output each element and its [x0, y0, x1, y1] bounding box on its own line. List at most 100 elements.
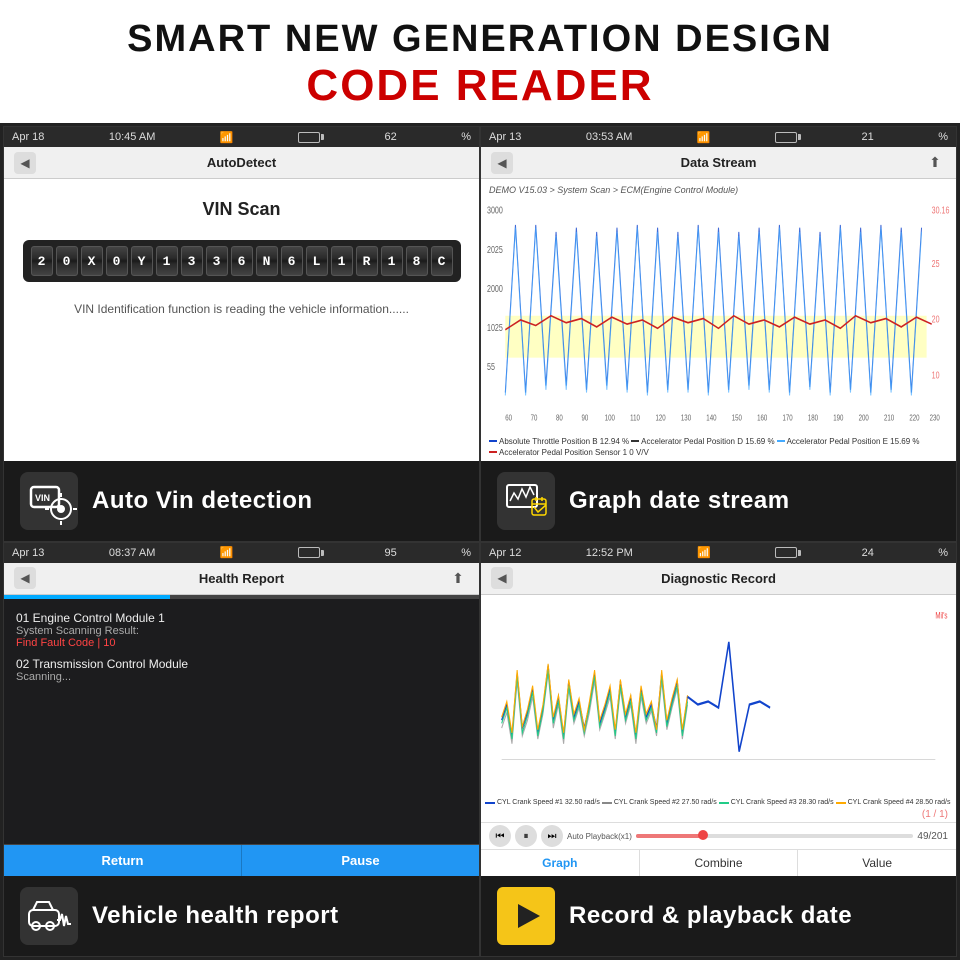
svg-text:150: 150 — [732, 413, 742, 423]
diag-status-date: Apr 12 — [489, 547, 521, 559]
vin-status-time: 10:45 AM — [109, 131, 155, 143]
vin-digit: 6 — [231, 246, 253, 276]
vin-panel: Apr 18 10:45 AM 📶 62% ◀ AutoDetect VIN S… — [3, 126, 480, 542]
vin-back-button[interactable]: ◀ — [14, 152, 36, 174]
svg-text:200: 200 — [859, 413, 869, 423]
svg-text:3000: 3000 — [487, 205, 503, 216]
diag-controls: Graph Combine Value — [481, 849, 956, 876]
health-back-button[interactable]: ◀ — [14, 567, 36, 589]
diag-icon — [497, 887, 555, 945]
vin-scan-title: VIN Scan — [202, 199, 280, 220]
svg-text:Mil's: Mil's — [935, 610, 947, 621]
vin-digit: 1 — [331, 246, 353, 276]
vin-digit: X — [81, 246, 103, 276]
vin-digit: 3 — [181, 246, 203, 276]
health-item-1-title: 01 Engine Control Module 1 — [16, 611, 467, 625]
health-progress-fill — [4, 595, 170, 599]
diag-nav-bar: ◀ Diagnostic Record — [481, 563, 956, 595]
diag-value-button[interactable]: Value — [798, 850, 956, 876]
vin-icon: VIN — [20, 472, 78, 530]
diag-graph-button[interactable]: Graph — [481, 850, 640, 876]
svg-text:30.16: 30.16 — [932, 205, 950, 216]
stream-status-date: Apr 13 — [489, 131, 521, 143]
svg-text:100: 100 — [605, 413, 615, 423]
svg-text:220: 220 — [909, 413, 919, 423]
diag-fast-forward-button[interactable]: ⏭ — [541, 825, 563, 847]
health-status-date: Apr 13 — [12, 547, 44, 559]
header-line1: SMART NEW GENERATION DESIGN — [10, 18, 950, 61]
feature-grid: Apr 18 10:45 AM 📶 62% ◀ AutoDetect VIN S… — [0, 123, 960, 960]
diag-legend: CYL Crank Speed #1 32.50 rad/s CYL Crank… — [481, 798, 956, 807]
health-status-time: 08:37 AM — [109, 547, 155, 559]
health-item-1: 01 Engine Control Module 1 System Scanni… — [16, 611, 467, 649]
svg-text:180: 180 — [808, 413, 818, 423]
stream-export-button[interactable]: ⬆ — [924, 152, 946, 174]
diag-combine-button[interactable]: Combine — [640, 850, 799, 876]
legend-item-1: Absolute Throttle Position B 12.94 % — [489, 437, 629, 446]
stream-back-button[interactable]: ◀ — [491, 152, 513, 174]
svg-text:1025: 1025 — [487, 322, 503, 333]
diag-pagination: (1 / 1) — [481, 807, 956, 822]
legend-item-3: Accelerator Pedal Position E 15.69 % — [777, 437, 920, 446]
health-export-button[interactable]: ⬆ — [447, 567, 469, 589]
vin-digit: 0 — [56, 246, 78, 276]
svg-text:170: 170 — [782, 413, 792, 423]
svg-text:10: 10 — [932, 369, 940, 380]
page-container: SMART NEW GENERATION DESIGN CODE READER … — [0, 0, 960, 960]
header-line2: CODE READER — [10, 61, 950, 111]
vin-ticker: 20X0Y1336N6L1R18C — [23, 240, 461, 282]
vin-status-icons: 📶 — [220, 131, 234, 144]
vin-description: VIN Identification function is reading t… — [74, 302, 409, 316]
stream-status-icons: 📶 — [697, 131, 711, 144]
vin-status-date: Apr 18 — [12, 131, 44, 143]
diag-rewind-button[interactable]: ⏮ — [489, 825, 511, 847]
diag-status-bar: Apr 12 12:52 PM 📶 24% — [481, 543, 956, 563]
stream-path: DEMO V15.03 > System Scan > ECM(Engine C… — [485, 183, 952, 197]
svg-text:70: 70 — [531, 413, 538, 423]
legend-item-4: Accelerator Pedal Position Sensor 1 0 V/… — [489, 448, 649, 457]
vin-feature-label: Auto Vin detection — [92, 487, 313, 515]
diag-playback-bar[interactable] — [636, 834, 913, 838]
stream-feature-bar: Graph date stream — [481, 461, 956, 541]
vin-nav-right — [447, 152, 469, 174]
vin-digit: N — [256, 246, 278, 276]
vin-digit: 8 — [406, 246, 428, 276]
vin-digit: L — [306, 246, 328, 276]
health-return-button[interactable]: Return — [4, 845, 242, 876]
svg-text:60: 60 — [505, 413, 512, 423]
health-status-icons: 📶 — [220, 546, 234, 559]
vin-digit: 3 — [206, 246, 228, 276]
diag-feature-bar: Record & playback date — [481, 876, 956, 956]
diag-back-button[interactable]: ◀ — [491, 567, 513, 589]
health-item-2-sub: Scanning... — [16, 671, 467, 683]
vin-status-bar: Apr 18 10:45 AM 📶 62% — [4, 127, 479, 147]
health-body: 01 Engine Control Module 1 System Scanni… — [4, 607, 479, 845]
health-progress — [4, 595, 479, 599]
vin-digit: 2 — [31, 246, 53, 276]
diag-legend-2: CYL Crank Speed #2 27.50 rad/s — [602, 799, 717, 806]
diag-playback-label: Auto Playback(x1) — [567, 832, 632, 841]
vin-digit: 0 — [106, 246, 128, 276]
diag-legend-4: CYL Crank Speed #4 28.50 rad/s — [836, 799, 951, 806]
diag-status-icons: 📶 — [697, 546, 711, 559]
svg-text:2000: 2000 — [487, 283, 503, 294]
vin-nav-title: AutoDetect — [36, 155, 447, 170]
health-pause-button[interactable]: Pause — [242, 845, 479, 876]
legend-item-2: Accelerator Pedal Position D 15.69 % — [631, 437, 774, 446]
vin-nav-bar: ◀ AutoDetect — [4, 147, 479, 179]
svg-text:80: 80 — [556, 413, 563, 423]
diag-playback-fill — [636, 834, 703, 838]
vin-digit: 1 — [381, 246, 403, 276]
stream-status-time: 03:53 AM — [586, 131, 632, 143]
svg-text:230: 230 — [930, 413, 940, 423]
vin-digit: Y — [131, 246, 153, 276]
diag-nav-title: Diagnostic Record — [513, 571, 924, 586]
health-buttons: Return Pause — [4, 844, 479, 876]
stream-feature-label: Graph date stream — [569, 487, 790, 515]
health-screen: 01 Engine Control Module 1 System Scanni… — [4, 595, 479, 877]
diag-pause-button[interactable]: ⏸ — [515, 825, 537, 847]
vin-digit: 6 — [281, 246, 303, 276]
diag-legend-1: CYL Crank Speed #1 32.50 rad/s — [485, 799, 600, 806]
health-battery-pct: 95 — [384, 547, 396, 559]
health-nav-title: Health Report — [36, 571, 447, 586]
